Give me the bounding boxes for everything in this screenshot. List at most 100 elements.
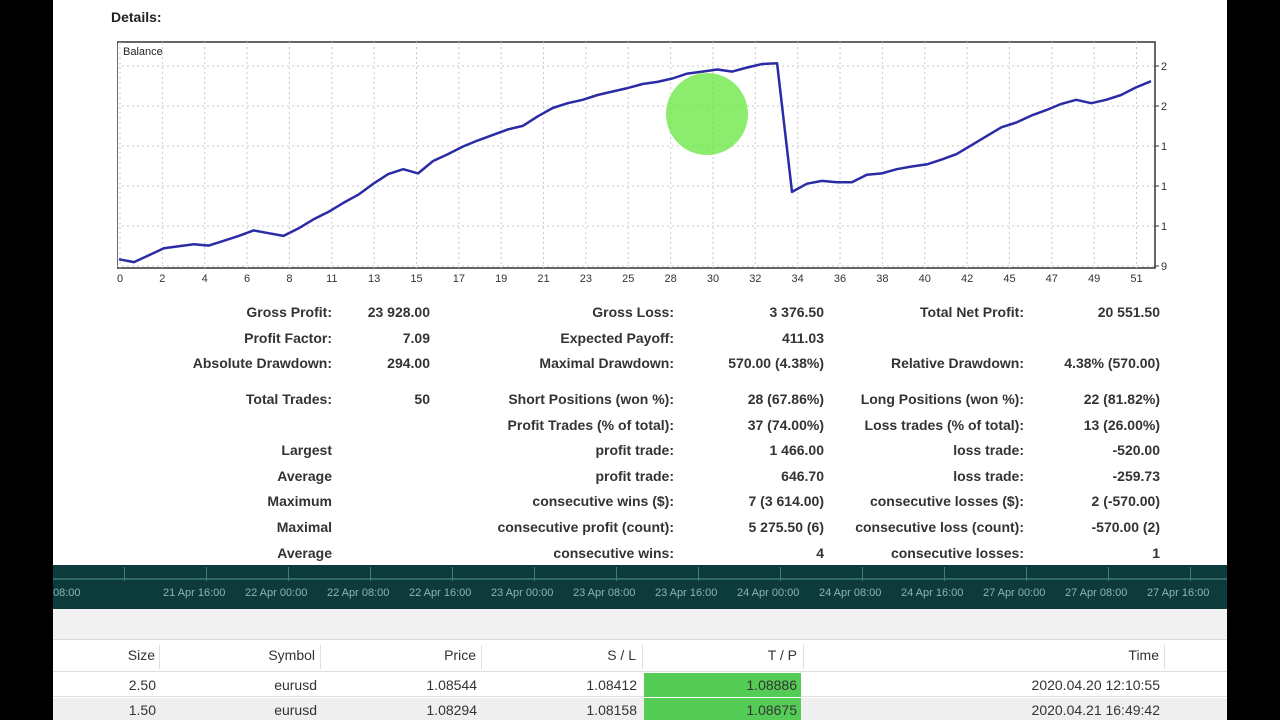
x-tick-label: 47 [1046,273,1058,285]
report-panel: Details: 0 2 4 6 8 11 13 15 17 19 21 23 25 28 30 32 34 36… [53,0,1227,720]
profit-trades-label: Profit Trades (% of total): [507,417,674,433]
chart-title: Balance [123,46,163,58]
col-time-header[interactable]: Time [953,647,1159,663]
timeline-label: 21 Apr 16:00 [163,587,226,599]
total-trades-value: 50 [414,391,430,407]
average-consecutive-section-label: Average [277,545,332,561]
maximal-consecutive-profit-value: 5 275.50 (6) [748,519,825,535]
col-price-header[interactable]: Price [343,647,476,663]
col-size-header[interactable]: Size [83,647,155,663]
largest-loss-value: -520.00 [1112,442,1160,458]
largest-profit-value: 1 466.00 [769,442,825,458]
short-positions-value: 28 (67.86%) [747,391,824,407]
gross-profit-label: Gross Profit: [246,304,332,320]
balance-chart-svg: 0 2 4 6 8 11 13 15 17 19 21 23 25 28 30 32 34 36 38 40 42 45 4… [117,41,1167,285]
timeline-axis [53,578,1227,580]
average-profit-label: profit trade: [595,468,674,484]
timeline-label: 23 Apr 08:00 [573,587,636,599]
x-tick-label: 13 [368,273,380,285]
timeline-tick [1108,567,1109,581]
balance-chart: 0 2 4 6 8 11 13 15 17 19 21 23 25 28 30 32 34 36 38 40 42 45 4… [117,40,1167,290]
maximal-consecutive-loss-label: consecutive loss (count): [855,519,1024,535]
timeline-tick [698,567,699,581]
timeline-label: 23 Apr 16:00 [655,587,718,599]
profit-factor-value: 7.09 [402,330,430,346]
col-tp-header[interactable]: T / P [663,647,797,663]
timeline-tick [944,567,945,581]
average-consecutive-losses-value: 1 [1152,545,1160,561]
largest-loss-label: loss trade: [953,442,1024,458]
table-row[interactable]: 1.50 eurusd 1.08294 1.08158 1.08675 2020… [53,698,1227,720]
y-tick-label: 15031 [1161,181,1167,193]
cursor-highlight-marker [666,73,748,155]
x-tick-label: 36 [834,273,846,285]
y-tick-label: 23756 [1161,61,1167,73]
x-tick-label: 38 [876,273,888,285]
x-tick-label: 11 [326,273,337,285]
short-positions-label: Short Positions (won %): [508,391,674,407]
average-loss-label: loss trade: [953,468,1024,484]
maximal-drawdown-label: Maximal Drawdown: [539,355,674,371]
x-tick-label: 32 [749,273,761,285]
x-tick-label: 19 [495,273,507,285]
absolute-drawdown-value: 294.00 [387,355,430,371]
x-tick-label: 49 [1088,273,1100,285]
cell-tp: 1.08886 [644,673,801,697]
cell-symbol: eurusd [274,677,317,693]
maximal-consecutive-profit-label: consecutive profit (count): [497,519,674,535]
timeline-tick [206,567,207,581]
x-tick-label: 51 [1130,273,1142,285]
y-tick-label: 17939 [1161,141,1167,153]
cell-sl: 1.08158 [586,702,637,718]
timeline-label: 24 Apr 16:00 [901,587,964,599]
loss-trades-value: 13 (26.00%) [1083,417,1160,433]
relative-drawdown-value: 4.38% (570.00) [1064,355,1160,371]
timeline-label: 24 Apr 08:00 [819,587,882,599]
timeline-tick [452,567,453,581]
col-divider [642,645,643,669]
gross-loss-value: 3 376.50 [769,304,825,320]
timeline-label: 22 Apr 08:00 [327,587,390,599]
timeline-strip[interactable] [53,565,1227,609]
timeline-label: 22 Apr 00:00 [245,587,308,599]
maximal-drawdown-value: 570.00 (4.38%) [728,355,824,371]
col-divider [803,645,804,669]
timeline-tick [616,567,617,581]
cell-price: 1.08544 [426,677,477,693]
total-net-profit-value: 20 551.50 [1097,304,1160,320]
timeline-tick [370,567,371,581]
timeline-tick [780,567,781,581]
col-sl-header[interactable]: S / L [503,647,636,663]
x-tick-label: 25 [622,273,634,285]
table-row[interactable]: 2.50 eurusd 1.08544 1.08412 1.08886 2020… [53,673,1227,697]
timeline-label: 23 Apr 00:00 [491,587,554,599]
x-tick-label: 2 [159,273,165,285]
timeline-label: 27 Apr 08:00 [1065,587,1128,599]
max-consecutive-wins-label: consecutive wins ($): [532,493,674,509]
timeline-label: 27 Apr 00:00 [983,587,1046,599]
cell-time: 2020.04.20 12:10:55 [1031,677,1160,693]
timeline-tick [124,567,125,581]
timeline-label: 08:00 [53,587,81,599]
x-tick-label: 4 [202,273,208,285]
gross-profit-value: 23 928.00 [367,304,430,320]
loss-trades-label: Loss trades (% of total): [864,417,1024,433]
average-profit-value: 646.70 [781,468,824,484]
cell-size: 2.50 [128,677,156,693]
total-trades-label: Total Trades: [245,391,332,407]
y-tick-label: 12123 [1161,221,1167,233]
x-tick-label: 17 [453,273,465,285]
cell-symbol: eurusd [274,702,317,718]
details-title: Details: [111,9,162,25]
average-consecutive-wins-value: 4 [816,545,824,561]
timeline-label: 24 Apr 00:00 [737,587,800,599]
largest-profit-label: profit trade: [595,442,674,458]
x-tick-label: 42 [961,273,973,285]
profit-trades-value: 37 (74.00%) [747,417,824,433]
average-consecutive-wins-label: consecutive wins: [553,545,674,561]
col-symbol-header[interactable]: Symbol [183,647,315,663]
x-tick-label: 21 [537,273,549,285]
largest-section-label: Largest [281,442,332,458]
maximal-section-label: Maximal [276,519,332,535]
timeline-label: 22 Apr 16:00 [409,587,472,599]
